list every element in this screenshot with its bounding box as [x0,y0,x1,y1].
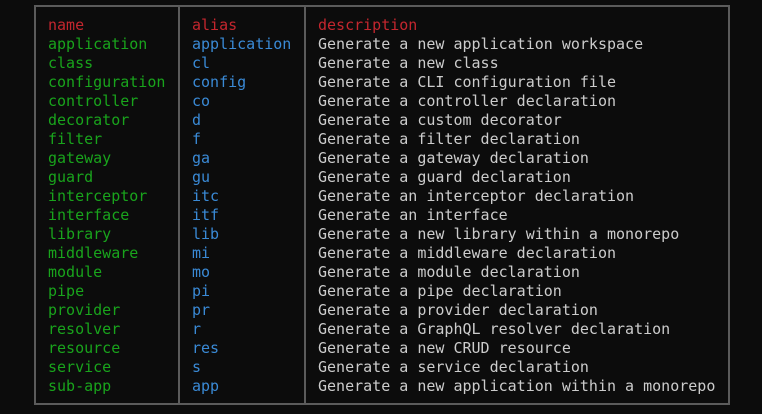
schematic-description: Generate a new class [318,54,499,72]
header-name: name [48,16,85,34]
schematic-description: Generate a new library within a monorepo [318,225,680,243]
schematic-name: sub-app [48,377,112,395]
header-alias: alias [192,16,238,34]
schematic-alias: itc [192,187,220,205]
schematic-description: Generate a new application within a mono… [318,377,716,395]
schematic-alias: application [192,35,292,53]
schematic-alias: s [192,358,202,376]
schematic-description: Generate an interceptor declaration [318,187,635,205]
schematic-name: configuration [48,73,166,91]
schematic-alias: res [192,339,220,357]
description-column: description Generate a new application w… [304,6,729,404]
schematic-name: guard [48,168,94,186]
schematic-alias: r [192,320,202,338]
schematic-name: interceptor [48,187,148,205]
schematic-name: application [48,35,148,53]
schematic-description: Generate a new CRUD resource [318,339,571,357]
schematic-description: Generate a gateway declaration [318,149,589,167]
schematic-name: interface [48,206,130,224]
schematic-name: middleware [48,244,139,262]
schematic-description: Generate a filter declaration [318,130,580,148]
schematic-description: Generate a custom decorator [318,111,562,129]
schematic-name: class [48,54,94,72]
schematic-alias: cl [192,54,211,72]
alias-column: alias application cl config co d f ga gu itc itf l… [178,6,305,404]
schematic-alias: config [192,73,247,91]
schematic-alias: lib [192,225,220,243]
schematic-name: library [48,225,112,243]
schematic-alias: d [192,111,202,129]
schematic-alias: pi [192,282,211,300]
schematic-description: Generate a module declaration [318,263,580,281]
schematic-description: Generate a new application workspace [318,35,644,53]
schematic-alias: ga [192,149,211,167]
schematic-description: Generate a provider declaration [318,301,598,319]
schematics-table: name application class configuration contro… [34,5,730,405]
schematic-alias: mo [192,263,211,281]
schematic-name: module [48,263,103,281]
schematic-description: Generate a pipe declaration [318,282,562,300]
schematic-alias: app [192,377,220,395]
schematic-alias: f [192,130,202,148]
schematic-name: gateway [48,149,112,167]
schematic-description: Generate a middleware declaration [318,244,617,262]
schematic-name: resolver [48,320,121,338]
header-description: description [318,16,418,34]
schematic-name: resource [48,339,121,357]
schematic-alias: co [192,92,211,110]
schematic-description: Generate a guard declaration [318,168,571,186]
terminal-window: name application class configuration contro… [0,0,762,414]
schematic-alias: mi [192,244,211,262]
schematic-description: Generate an interface [318,206,508,224]
schematic-name: provider [48,301,121,319]
schematic-description: Generate a controller declaration [318,92,617,110]
schematic-alias: itf [192,206,220,224]
schematic-name: controller [48,92,139,110]
schematic-description: Generate a CLI configuration file [318,73,617,91]
schematic-description: Generate a GraphQL resolver declaration [318,320,671,338]
schematic-alias: pr [192,301,211,319]
schematic-description: Generate a service declaration [318,358,589,376]
schematic-name: filter [48,130,103,148]
schematic-name: service [48,358,112,376]
schematic-name: pipe [48,282,85,300]
schematic-name: decorator [48,111,130,129]
name-column: name application class configuration contro… [35,6,179,404]
schematic-alias: gu [192,168,211,186]
